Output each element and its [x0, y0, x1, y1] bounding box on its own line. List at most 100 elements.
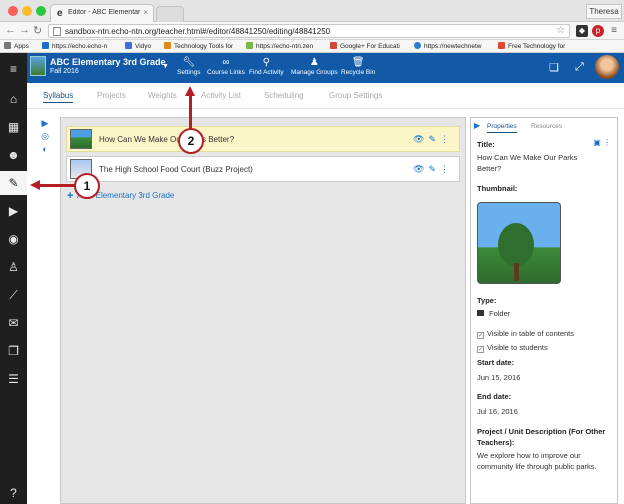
back-icon[interactable]: ← [5, 24, 16, 36]
tab-resources[interactable]: Resources [531, 123, 562, 130]
copy-icon[interactable]: ❐ [0, 339, 27, 363]
title-value: How Can We Make Our Parks Better? [477, 153, 578, 173]
check-icon: ✓ [477, 346, 484, 353]
bookmark-free-tech[interactable]: Free Technology for [498, 42, 565, 50]
forward-icon[interactable]: → [19, 24, 30, 36]
tab-scheduling[interactable]: Scheduling [264, 91, 304, 100]
annotation-badge-1: 1 [74, 173, 100, 199]
globe-icon [414, 42, 421, 49]
pinterest-icon[interactable]: p [592, 25, 604, 37]
url-text: sandbox-ntn.echo-ntn.org/teacher.html#/e… [65, 27, 331, 36]
half-circle-icon[interactable]: ◐ [39, 144, 51, 157]
collapse-arrow-icon[interactable]: ▶ [39, 118, 51, 131]
editor-tabs: Syllabus Projects Weights Activity List … [27, 83, 624, 109]
doc-icon [125, 42, 132, 49]
tab-close-icon[interactable]: × [143, 8, 148, 17]
calendar-icon[interactable]: ▦ [0, 115, 27, 139]
thumbnail-label: Thumbnail: [477, 184, 518, 193]
tab-properties[interactable]: Properties [487, 123, 517, 133]
eye-icon[interactable]: 👁︎ [413, 134, 428, 144]
visible-students-checkbox[interactable]: ✓ Visible to students [477, 342, 597, 353]
thumbnail-image[interactable] [477, 202, 561, 284]
recycle-bin-button[interactable]: 🗑︎ Recycle Bin [341, 57, 375, 76]
tab-syllabus[interactable]: Syllabus [43, 91, 74, 103]
avatar[interactable] [595, 55, 619, 79]
panel-toggle-icon[interactable]: ▶ [474, 121, 480, 130]
eye-icon[interactable]: 👁︎ [413, 164, 428, 174]
bookmark-zen[interactable]: https://echo-ntn.zen [246, 42, 313, 50]
search-icon: ⚲ [262, 57, 270, 68]
url-bar[interactable]: sandbox-ntn.echo-ntn.org/teacher.html#/e… [48, 24, 570, 38]
more-vertical-icon[interactable]: ⋮ [440, 164, 453, 174]
syllabus-tree: How Can We Make Our Parks Better? 👁︎✎⋮ T… [60, 117, 466, 504]
folder-icon [498, 42, 505, 49]
wrench-icon: 🔧︎ [182, 57, 196, 68]
users-icon[interactable]: ☻ [0, 143, 27, 167]
tab-weights[interactable]: Weights [148, 91, 177, 100]
apps-icon [4, 42, 11, 49]
item-title: How Can We Make Our Parks Better? [99, 135, 235, 144]
mail-icon[interactable]: ✉ [0, 311, 27, 335]
manage-groups-button[interactable]: ♟ Manage Groups [291, 57, 338, 76]
annotation-arrow-1 [38, 184, 76, 187]
tab-projects[interactable]: Projects [97, 91, 126, 100]
bookmark-star-icon[interactable]: ☆ [556, 25, 565, 36]
expand-icon[interactable]: ⤢ [575, 61, 584, 74]
menu-icon[interactable]: ≡ [608, 25, 620, 37]
browser-titlebar: e Editor - ABC Elementary 3rd G × Theres… [0, 0, 624, 22]
course-links-button[interactable]: ∞ Course Links [207, 57, 245, 76]
start-date-value: Jun 15, 2016 [477, 373, 521, 382]
list-item[interactable]: The High School Food Court (Buzz Project… [66, 156, 460, 182]
close-window-button[interactable] [8, 6, 18, 16]
tab-title: Editor - ABC Elementary 3rd G [68, 9, 140, 16]
help-icon[interactable]: ? [0, 481, 27, 504]
folder-icon [330, 42, 337, 49]
tab-activity-list[interactable]: Activity List [201, 91, 241, 100]
profile-button[interactable]: Theresa [586, 4, 622, 19]
left-nav-rail: ≡ ⌂ ▦ ☻ ✎ ▶ ◉ ♙ ⟋ ✉ ❐ ☰ ? [0, 53, 27, 504]
pencil-icon[interactable]: ✎ [428, 164, 440, 174]
find-activity-button[interactable]: ⚲ Find Activity [249, 57, 284, 76]
bookmark-vidyo[interactable]: Vidyo [125, 42, 151, 50]
course-title[interactable]: ABC Elementary 3rd Grade [50, 57, 166, 67]
target-icon[interactable]: ◎ [39, 131, 51, 144]
bookmark-google-plus[interactable]: Google+ For Educati [330, 42, 400, 50]
properties-panel: ▶ Properties Resources ▣ ⋮ Title: How Ca… [470, 117, 618, 504]
tree-toolbar: ▶ ◎ ◐ [39, 118, 51, 157]
chart-icon[interactable]: ⟋ [0, 283, 27, 307]
menu-toggle-icon[interactable]: ≡ [0, 57, 27, 81]
list-item[interactable]: How Can We Make Our Parks Better? 👁︎✎⋮ [66, 126, 460, 152]
folder-thumbnail [70, 129, 92, 149]
bookmark-echo[interactable]: https://echo.echo-n [42, 42, 107, 50]
list-icon[interactable]: ☰ [0, 367, 27, 391]
echo-logo-icon: e [57, 8, 63, 19]
bookmark-newtech[interactable]: https://newtechnetw [414, 42, 481, 50]
extension-shield-icon[interactable]: ◆ [576, 25, 588, 37]
visible-toc-checkbox[interactable]: ✓ Visible in table of contents [477, 328, 597, 339]
row-actions: 👁︎✎⋮ [413, 134, 453, 145]
copy-pages-icon[interactable]: ❏ [549, 61, 559, 74]
minimize-window-button[interactable] [22, 6, 32, 16]
course-dropdown-icon[interactable]: ▼ [162, 63, 169, 70]
pencil-icon[interactable]: ✎ [428, 134, 440, 144]
course-term: Fall 2016 [50, 68, 79, 75]
bookmark-tech-tools[interactable]: Technology Tools for [164, 42, 233, 50]
browser-toolbar: ← → ↻ sandbox-ntn.echo-ntn.org/teacher.h… [0, 22, 624, 40]
reload-icon[interactable]: ↻ [33, 24, 42, 37]
stamp-icon[interactable]: ♙ [0, 255, 27, 279]
image-options-icon[interactable]: ▣ ⋮ [593, 138, 611, 147]
bookmark-apps[interactable]: Apps [4, 42, 29, 50]
add-plus-icon[interactable]: + [67, 190, 73, 202]
editor-pencil-icon[interactable]: ✎ [0, 171, 27, 195]
play-icon[interactable]: ▶ [0, 199, 27, 223]
settings-button[interactable]: 🔧︎ Settings [177, 57, 201, 76]
browser-tab[interactable]: e Editor - ABC Elementary 3rd G × [50, 4, 154, 22]
bookmarks-bar: Apps https://echo.echo-n Vidyo Technolog… [0, 40, 624, 53]
maximize-window-button[interactable] [36, 6, 46, 16]
new-tab-button[interactable] [156, 6, 184, 22]
home-icon[interactable]: ⌂ [0, 87, 27, 111]
tree-shape [498, 223, 534, 267]
dashboard-icon[interactable]: ◉ [0, 227, 27, 251]
more-vertical-icon[interactable]: ⋮ [440, 134, 453, 144]
tab-group-settings[interactable]: Group Settings [329, 91, 382, 100]
